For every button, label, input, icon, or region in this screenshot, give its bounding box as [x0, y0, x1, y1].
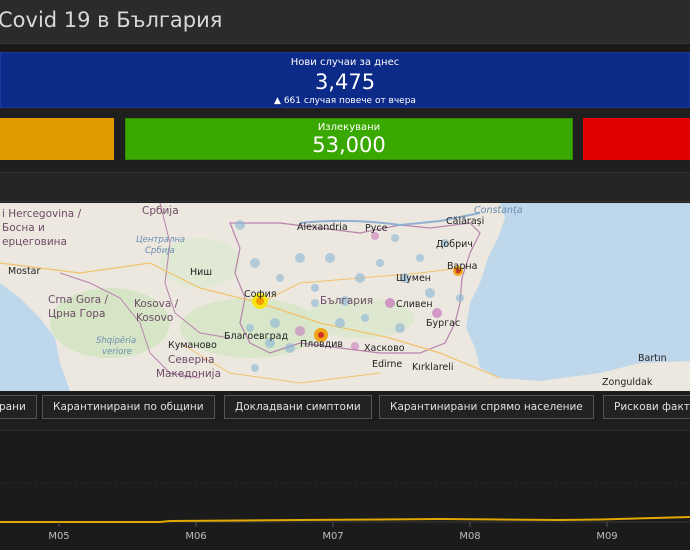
- bulgaria-map[interactable]: i Hercegovina / Босна и ерцеговина Србиј…: [0, 203, 690, 391]
- map-label-alexandria: Alexandria: [297, 222, 348, 233]
- map-label-centralna: Централна: [136, 235, 186, 245]
- app-header: Covid 19 в България: [0, 0, 690, 44]
- tab-quarantined-vs-population[interactable]: Карантинирани спрямо население: [379, 395, 594, 419]
- map-header-bar: [0, 172, 690, 202]
- new-cases-delta: ▲ 661 случая повече от вчера: [274, 96, 416, 106]
- dashboard: Covid 19 в България Нови случаи за днес …: [0, 0, 690, 550]
- map-label-srbija-region: Србија: [145, 246, 175, 256]
- map-tabs: рани Карантинирани по общини Докладвани …: [0, 392, 690, 422]
- map-label-kirklareli: Kırklareli: [412, 362, 454, 373]
- map-label-blagoevgrad: Благоевград: [224, 331, 289, 342]
- map-label-dobrich: Добрич: [436, 239, 473, 250]
- recovered-panel[interactable]: Излекувани 53,000: [125, 118, 573, 160]
- map-label-herzegovina: i Hercegovina /: [2, 208, 82, 220]
- map-label-sliven: Сливен: [396, 299, 433, 310]
- map-label-kumanovo: Куманово: [168, 340, 217, 351]
- tab-reported-symptoms[interactable]: Докладвани симптоми: [224, 395, 372, 419]
- page-title: Covid 19 в България: [0, 8, 223, 32]
- x-tick-label: M05: [48, 531, 69, 542]
- series-line: [0, 516, 690, 523]
- map-label-constanta: Constanța: [474, 205, 523, 216]
- map-label-zonguldak: Zonguldak: [602, 377, 653, 388]
- spacer: [0, 44, 690, 52]
- map-label-calarasi: Călărași: [446, 216, 485, 227]
- map-label-plovdiv: Пловдив: [300, 339, 343, 350]
- map-label-shqiperia: Shqipëria: [96, 336, 137, 346]
- map-label-makedonija: Македонија: [156, 368, 222, 380]
- map-label-hercegovina: ерцеговина: [2, 236, 67, 248]
- map-label-ruse: Русе: [365, 223, 388, 234]
- map-label-mostar: Mostar: [8, 266, 41, 277]
- map-label-veriore: veriore: [102, 347, 133, 357]
- x-tick-label: M07: [322, 531, 343, 542]
- map-label-sofia: София: [244, 289, 277, 300]
- map-label-edirne: Edirne: [372, 359, 403, 370]
- map-label-nish: Ниш: [190, 267, 213, 278]
- map-label-crna-gora: Crna Gora /: [48, 294, 109, 306]
- red-stat-panel[interactable]: [583, 118, 690, 160]
- map-label-kosovo: Kosovo: [136, 312, 174, 324]
- tab-risk-factors[interactable]: Рискови факт: [603, 395, 690, 419]
- map-label-shumen: Шумен: [396, 273, 432, 284]
- x-tick-label: M06: [185, 531, 206, 542]
- x-tick-label: M09: [596, 531, 617, 542]
- tab-0[interactable]: рани: [0, 395, 37, 419]
- map-label-bartin: Bartın: [638, 353, 667, 364]
- new-cases-value: 3,475: [314, 70, 376, 94]
- map-label-kosova: Kosova /: [134, 298, 179, 310]
- new-cases-panel[interactable]: Нови случаи за днес 3,475 ▲ 661 случая п…: [0, 52, 690, 108]
- map-label-haskovo: Хасково: [364, 343, 405, 354]
- tab-quarantined-by-municipality[interactable]: Карантинирани по общини: [42, 395, 215, 419]
- recovered-value: 53,000: [312, 133, 386, 157]
- map-label-bosna: Босна и: [2, 222, 45, 234]
- recovered-label: Излекувани: [317, 122, 381, 133]
- map-label-crna-gora-cyr: Црна Гора: [48, 308, 106, 320]
- chart-canvas: M05 M06 M07 M08 M09: [0, 482, 690, 542]
- orange-stat-panel[interactable]: [0, 118, 114, 160]
- map-label-severna: Северна: [168, 354, 215, 366]
- x-tick-label: M08: [459, 531, 480, 542]
- map-label-varna: Варна: [447, 261, 478, 272]
- new-cases-label: Нови случаи за днес: [290, 57, 400, 68]
- map-label-bulgaria: България: [320, 295, 374, 307]
- map-label-srbija: Србија: [142, 205, 179, 217]
- cases-time-chart[interactable]: M05 M06 M07 M08 M09: [0, 430, 690, 550]
- map-label-burgas: Бургас: [426, 318, 461, 329]
